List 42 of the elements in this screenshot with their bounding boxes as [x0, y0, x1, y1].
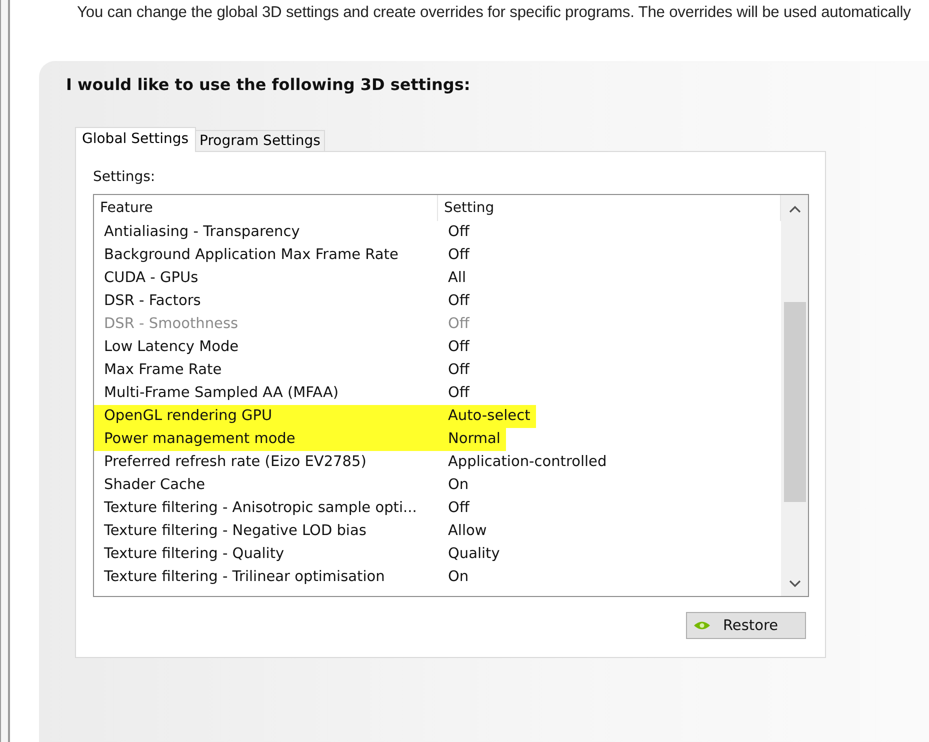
- scrollbar[interactable]: [781, 195, 808, 596]
- settings-label: Settings:: [93, 169, 156, 185]
- setting-cell[interactable]: Auto-select: [438, 405, 536, 428]
- setting-cell[interactable]: On: [438, 566, 469, 589]
- tab[interactable]: Program Settings: [194, 130, 326, 152]
- feature-cell[interactable]: Texture filtering - Negative LOD bias: [94, 520, 438, 543]
- scroll-up-icon[interactable]: [788, 205, 800, 213]
- setting-cell[interactable]: All: [438, 267, 466, 290]
- setting-cell[interactable]: Off: [438, 244, 470, 267]
- section-heading: I would like to use the following 3D settings:: [66, 75, 472, 94]
- feature-cell[interactable]: Shader Cache: [94, 474, 438, 497]
- feature-cell[interactable]: Texture filtering - Quality: [94, 543, 438, 566]
- feature-cell[interactable]: Low Latency Mode: [94, 336, 438, 359]
- setting-cell[interactable]: Off: [438, 497, 470, 520]
- column-header[interactable]: Feature: [94, 195, 438, 221]
- eye-logo-icon: [693, 620, 711, 631]
- setting-cell[interactable]: Off: [438, 290, 470, 313]
- setting-cell[interactable]: Off: [438, 336, 470, 359]
- feature-cell[interactable]: Texture filtering - Anisotropic sample opti...: [94, 497, 438, 520]
- setting-cell[interactable]: Allow: [438, 520, 487, 543]
- feature-cell[interactable]: DSR - Factors: [94, 290, 438, 313]
- setting-cell[interactable]: Off: [438, 221, 470, 244]
- scrollbar-thumb[interactable]: [784, 302, 806, 502]
- feature-cell[interactable]: Max Frame Rate: [94, 359, 438, 382]
- feature-cell[interactable]: CUDA - GPUs: [94, 267, 438, 290]
- restore-button[interactable]: Restore: [686, 612, 806, 639]
- feature-cell[interactable]: OpenGL rendering GPU: [94, 405, 438, 428]
- feature-cell[interactable]: Texture filtering - Trilinear optimisation: [94, 566, 438, 589]
- setting-cell[interactable]: Application-controlled: [438, 451, 607, 474]
- feature-cell[interactable]: Power management mode: [94, 428, 438, 451]
- setting-cell[interactable]: Off: [438, 382, 470, 405]
- feature-cell[interactable]: Preferred refresh rate (Eizo EV2785): [94, 451, 438, 474]
- feature-cell[interactable]: Multi-Frame Sampled AA (MFAA): [94, 382, 438, 405]
- feature-cell[interactable]: Antialiasing - Transparency: [94, 221, 438, 244]
- description-text: You can change the global 3D settings and create overrides for specific programs. The overrides will be used automatically: [77, 4, 912, 22]
- setting-cell[interactable]: On: [438, 474, 469, 497]
- setting-cell[interactable]: Quality: [438, 543, 500, 566]
- feature-cell[interactable]: Background Application Max Frame Rate: [94, 244, 438, 267]
- scroll-down-icon[interactable]: [788, 580, 800, 588]
- setting-cell[interactable]: Normal: [438, 428, 506, 451]
- setting-cell[interactable]: Off: [438, 359, 470, 382]
- tab[interactable]: Global Settings: [75, 127, 196, 152]
